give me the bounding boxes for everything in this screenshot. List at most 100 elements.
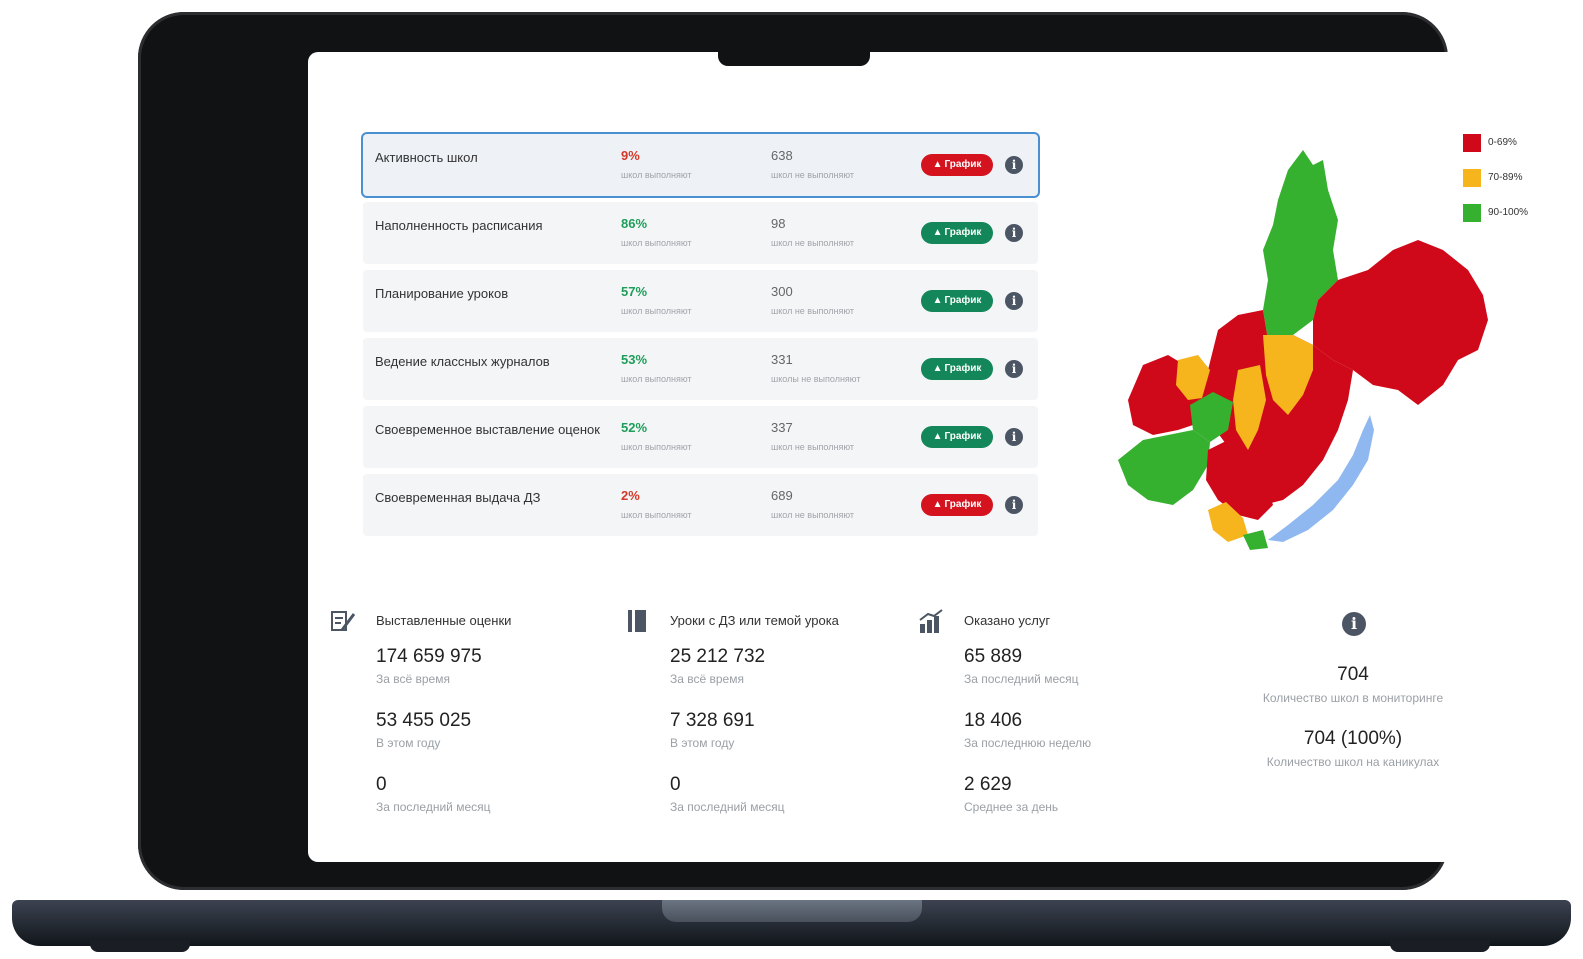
metric-count-caption: школы не выполняют [771,374,861,384]
legend-label: 0-69% [1488,137,1517,148]
legend-swatch [1463,134,1481,152]
metric-row[interactable]: Ведение классных журналов 53% школ выпол… [363,338,1038,400]
laptop-foot [90,940,190,952]
vacation-count: 704 (100%) [1303,728,1403,749]
legend-label: 70-89% [1488,172,1523,183]
metric-percent: 2% [621,488,640,503]
metric-percent: 86% [621,216,648,231]
stat-label: В этом году [670,736,735,750]
map-region-southwest[interactable] [1118,430,1210,505]
info-icon[interactable]: i [1005,496,1023,514]
graph-button[interactable]: ▲ График [921,358,993,380]
info-icon[interactable]: i [1005,360,1023,378]
stat-label: Среднее за день [964,800,1059,814]
legend-label: 90-100% [1488,207,1529,218]
laptop-bezel: Активность школ 9% школ выполняют 638 шк… [138,12,1556,890]
stat-value: 25 212 732 [670,646,766,667]
metric-count: 337 [771,420,793,435]
metric-name: Наполненность расписания [375,218,543,233]
stat-label: За последний месяц [376,800,491,814]
metric-count-caption: школ не выполняют [771,238,854,248]
stat-header: Выставленные оценки [330,608,590,636]
laptop-opening-lip [662,900,922,922]
graph-button[interactable]: ▲ График [921,494,993,516]
metric-percent-caption: школ выполняют [621,442,692,452]
stat-label: За всё время [376,672,450,686]
metric-percent: 52% [621,420,648,435]
metric-percent-caption: школ выполняют [621,238,692,248]
metric-name: Планирование уроков [375,286,509,301]
metric-name: Своевременное выставление оценок [375,422,600,437]
schools-count-label: Количество школ в мониторинге [1262,691,1444,705]
metric-percent: 57% [621,284,648,299]
laptop-foot [1390,940,1490,952]
chart-icon: ▲ [932,227,943,238]
metric-row[interactable]: Активность школ 9% школ выполняют 638 шк… [363,134,1038,196]
graph-button-label: График [944,499,982,510]
metric-row[interactable]: Своевременное выставление оценок 52% шко… [363,406,1038,468]
legend-swatch [1463,204,1481,222]
graph-button-label: График [944,159,982,170]
graph-button-label: График [944,363,982,374]
metric-row[interactable]: Наполненность расписания 86% школ выполн… [363,202,1038,264]
chart-icon: ▲ [932,159,943,170]
info-icon[interactable]: i [1005,428,1023,446]
info-icon[interactable]: i [1005,292,1023,310]
metric-count-caption: школ не выполняют [771,170,854,180]
metric-count-caption: школ не выполняют [771,306,854,316]
metric-count: 300 [771,284,793,299]
stat-value: 65 889 [964,646,1023,667]
region-map[interactable] [1098,130,1528,550]
metric-row[interactable]: Планирование уроков 57% школ выполняют 3… [363,270,1038,332]
stat-column-lessons: Уроки с ДЗ или темой урока 25 212 732 За… [624,608,884,814]
stat-value: 0 [376,774,387,795]
chart-icon: ▲ [932,431,943,442]
metric-count: 689 [771,488,793,503]
chart-icon: ▲ [932,499,943,510]
metric-row[interactable]: Своевременная выдача ДЗ 2% школ выполняю… [363,474,1038,536]
screen: Активность школ 9% школ выполняют 638 шк… [308,52,1556,862]
metric-percent-caption: школ выполняют [621,306,692,316]
schools-count: 704 [1337,664,1369,685]
stat-value: 174 659 975 [376,646,482,667]
graph-button[interactable]: ▲ График [921,290,993,312]
graph-button[interactable]: ▲ График [921,426,993,448]
graph-button[interactable]: ▲ График [921,154,993,176]
stat-label: За последнюю неделю [964,736,1092,750]
stat-header: Оказано услуг [918,608,1178,636]
stat-title: Оказано услуг [964,613,1051,628]
metric-count: 331 [771,352,793,367]
stat-value: 18 406 [964,710,1023,731]
map-regions [1118,150,1488,550]
stat-column-grades: Выставленные оценки 174 659 975 За всё в… [330,608,590,814]
metric-percent-caption: школ выполняют [621,170,692,180]
stat-title: Выставленные оценки [376,613,512,628]
stat-value: 2 629 [964,774,1012,795]
stat-value: 53 455 025 [376,710,472,731]
grades-icon [331,611,356,631]
info-icon[interactable]: i [1342,612,1366,636]
stat-title: Уроки с ДЗ или темой урока [670,613,839,628]
metric-percent-caption: школ выполняют [621,510,692,520]
camera-notch [718,38,870,66]
metric-name: Активность школ [375,150,478,165]
graph-button-label: График [944,227,982,238]
metric-percent-caption: школ выполняют [621,374,692,384]
stat-header: Уроки с ДЗ или темой урока [624,608,884,636]
stat-value: 0 [670,774,681,795]
stat-value: 7 328 691 [670,710,755,731]
stat-label: За всё время [670,672,744,686]
graph-button[interactable]: ▲ График [921,222,993,244]
growth-chart-icon [919,609,943,633]
metric-percent: 53% [621,352,648,367]
metric-name: Ведение классных журналов [375,354,550,369]
stat-column-services: Оказано услуг 65 889 За последний месяц … [918,608,1178,814]
stat-label: За последний месяц [964,672,1079,686]
chart-icon: ▲ [932,295,943,306]
info-icon[interactable]: i [1005,224,1023,242]
graph-button-label: График [944,295,982,306]
stat-label: За последний месяц [670,800,785,814]
metrics-list: Активность школ 9% школ выполняют 638 шк… [363,134,1038,542]
metric-count-caption: школ не выполняют [771,442,854,452]
info-icon[interactable]: i [1005,156,1023,174]
